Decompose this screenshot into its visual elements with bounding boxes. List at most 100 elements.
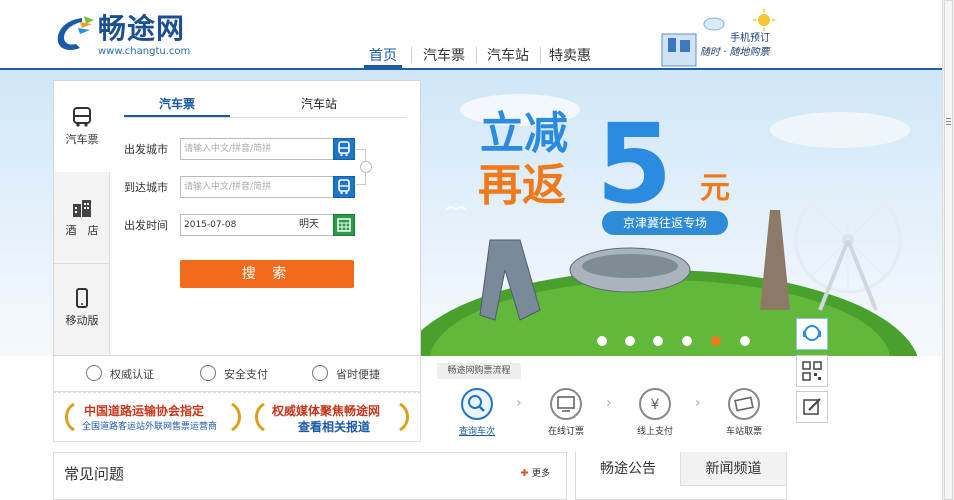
scrollbar-grip xyxy=(946,121,951,122)
calendar-button[interactable] xyxy=(333,214,355,236)
qr-code-button[interactable] xyxy=(796,355,828,387)
date-value: 2015-07-08 xyxy=(184,220,237,230)
yen-icon: ¥ xyxy=(651,397,660,413)
trust-secure-pay: 安全支付 xyxy=(224,368,268,381)
logo-url: www.changtu.com xyxy=(98,46,191,57)
from-city-bus-button[interactable] xyxy=(333,138,355,160)
banner-unit: 元 xyxy=(700,171,730,206)
date-label: 出发时间 xyxy=(124,219,168,232)
to-city-input[interactable]: 请输入中文/拼音/简拼 xyxy=(180,176,334,198)
process-step-search-label[interactable]: 查询车次 xyxy=(447,426,507,438)
customer-service-button[interactable] xyxy=(796,318,828,350)
phone-icon xyxy=(76,288,88,308)
trust-convenient: 省时便捷 xyxy=(336,368,380,381)
carousel-dot-2[interactable] xyxy=(625,336,635,346)
to-city-label: 到达城市 xyxy=(124,181,168,194)
scrollbar-thumb[interactable] xyxy=(944,0,953,500)
nav-separator xyxy=(476,47,477,63)
process-step-pay: ¥ xyxy=(639,388,671,420)
process-label: 畅途网购票流程 xyxy=(437,363,521,379)
side-tab-mobile[interactable]: 移动版 xyxy=(54,263,110,354)
process-step-pickup-label: 车站取票 xyxy=(725,427,762,437)
nav-separator xyxy=(411,47,412,63)
shield-icon xyxy=(86,365,102,381)
search-icon xyxy=(468,395,485,412)
chevron-right-icon: › xyxy=(606,395,612,411)
search-side-tabs: 汽车票 酒 店 移动版 xyxy=(54,81,111,355)
laurel-right-icon xyxy=(231,402,241,432)
page: 畅途网 www.changtu.com 首页 汽车票 汽车站 特卖惠 手机预订 … xyxy=(0,0,954,500)
side-tab-bus[interactable]: 汽车票 xyxy=(54,81,111,172)
banner-subtitle: 京津冀往返专场 xyxy=(602,211,728,235)
tab-bus-tickets[interactable]: 汽车票 xyxy=(124,95,230,117)
process-step-book-label: 在线订票 xyxy=(547,427,584,437)
secure-pay-icon xyxy=(200,365,216,381)
banner-headline-2: 再返 xyxy=(478,160,566,211)
nav-home[interactable]: 首页 xyxy=(364,44,402,68)
carousel-dot-1[interactable] xyxy=(597,336,607,346)
award-right-link[interactable]: 查看相关报道 xyxy=(298,420,370,434)
process-step-book xyxy=(550,388,582,420)
ticket-icon xyxy=(734,396,754,412)
from-city-label: 出发城市 xyxy=(124,143,168,156)
refresh-icon xyxy=(312,365,328,381)
carousel-dot-3[interactable] xyxy=(653,336,663,346)
scrollbar-grip xyxy=(946,118,951,119)
process-step-pickup xyxy=(728,388,760,420)
process-step-pay-label: 线上支付 xyxy=(636,427,673,437)
tab-bus-stations[interactable]: 汽车站 xyxy=(266,95,372,117)
edit-icon xyxy=(803,398,821,415)
faq-title: 常见问题 xyxy=(64,465,125,483)
tab-divider xyxy=(124,117,406,118)
search-panel: 汽车票 酒 店 移动版 汽车票 汽车站 出发城市 请输入中文/拼音/简拼 到达城… xyxy=(53,80,421,356)
process-step-search[interactable] xyxy=(461,388,493,420)
nav-separator xyxy=(540,47,541,63)
faq-panel xyxy=(53,452,567,500)
side-tab-hotel[interactable]: 酒 店 xyxy=(54,172,110,263)
banner-amount: 5 xyxy=(596,100,673,228)
carousel-dot-4[interactable] xyxy=(682,336,692,346)
carousel-dot-5[interactable] xyxy=(711,336,721,346)
nav-deals[interactable]: 特卖惠 xyxy=(546,44,594,68)
logo-text[interactable]: 畅途网 xyxy=(98,14,185,44)
award-right-title[interactable]: 权威媒体聚焦畅途网 xyxy=(272,404,380,418)
plus-icon[interactable] xyxy=(520,468,529,477)
side-tab-hotel-label: 酒 店 xyxy=(65,224,99,237)
chevron-right-icon: › xyxy=(516,395,522,411)
faq-more-link[interactable]: 更多 xyxy=(532,468,550,480)
date-hint: 明天 xyxy=(299,219,319,230)
feedback-button[interactable] xyxy=(796,391,828,423)
header: 畅途网 www.changtu.com 首页 汽车票 汽车站 特卖惠 手机预订 … xyxy=(0,0,942,70)
laurel-left-icon xyxy=(255,402,265,432)
chevron-right-icon: › xyxy=(695,395,701,411)
bus-icon xyxy=(73,107,91,127)
to-city-bus-button[interactable] xyxy=(333,176,355,198)
tab-announcements[interactable]: 畅途公告 xyxy=(576,452,680,486)
side-tab-mobile-label: 移动版 xyxy=(65,314,99,327)
trust-certified: 权威认证 xyxy=(110,368,154,381)
mobile-promo-slogan: 随时 · 随地购票 xyxy=(700,47,770,58)
bus-icon xyxy=(338,141,350,157)
award-left-subtitle: 全国道路客运站外联网售票运营商 xyxy=(82,422,218,432)
tab-news-channel[interactable]: 新闻频道 xyxy=(680,452,786,486)
mobile-promo-title: 手机预订 xyxy=(730,33,770,44)
bus-icon xyxy=(338,179,350,195)
search-button[interactable]: 搜 索 xyxy=(180,260,354,288)
nav-bus-tickets[interactable]: 汽车票 xyxy=(420,44,468,68)
nav-bus-stations[interactable]: 汽车站 xyxy=(484,44,532,68)
from-city-input[interactable]: 请输入中文/拼音/简拼 xyxy=(180,138,334,160)
swap-cities-icon[interactable] xyxy=(360,161,372,173)
logo-icon[interactable] xyxy=(52,14,96,54)
qr-code-icon xyxy=(802,361,822,381)
laurel-left-icon xyxy=(65,402,75,432)
calendar-icon xyxy=(337,218,351,232)
date-input[interactable]: 2015-07-08 明天 xyxy=(180,214,334,236)
svg-text:¥: ¥ xyxy=(651,397,660,413)
award-left-title: 中国道路运输协会指定 xyxy=(84,404,205,418)
building-icon xyxy=(73,200,91,217)
carousel-dot-6[interactable] xyxy=(740,336,750,346)
side-tab-bus-label: 汽车票 xyxy=(65,133,99,146)
scrollbar-grip xyxy=(946,124,951,125)
banner-headline-1: 立减 xyxy=(480,108,568,159)
customer-service-icon xyxy=(803,325,821,341)
